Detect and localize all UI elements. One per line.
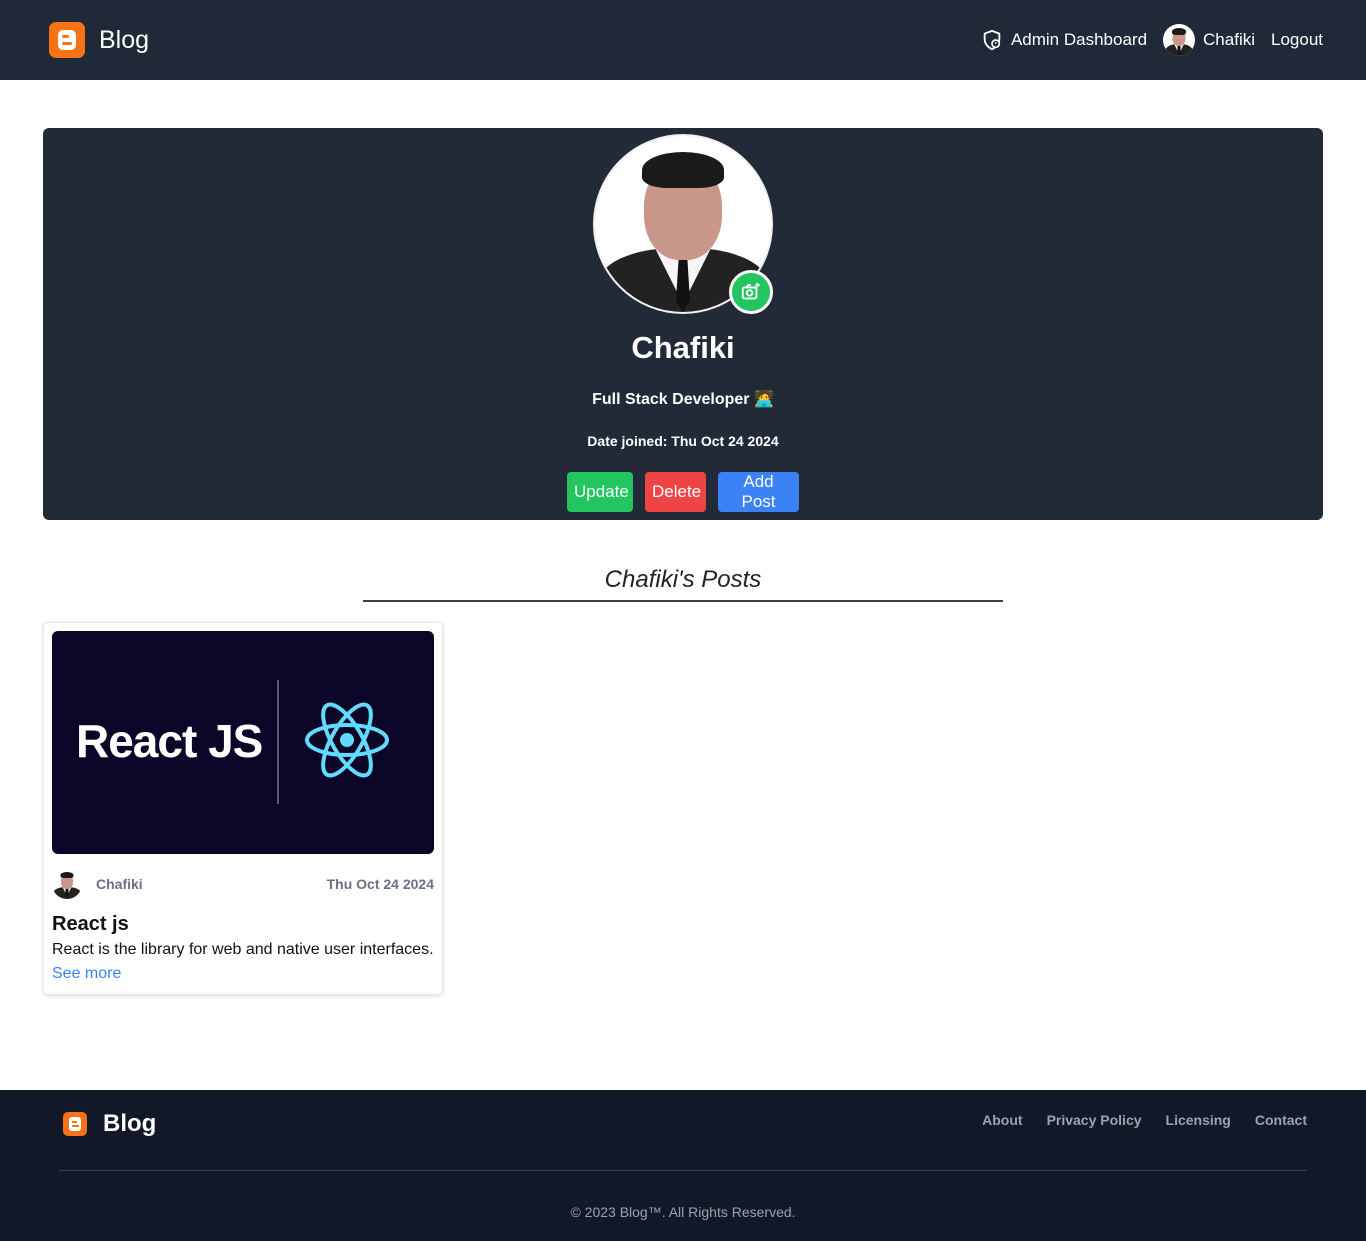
post-author[interactable]: Chafiki — [52, 869, 143, 899]
post-description: React is the library for web and native … — [52, 941, 434, 958]
blogger-logo-icon — [49, 22, 85, 58]
post-date: Thu Oct 24 2024 — [326, 876, 434, 892]
post-image-text: React JS — [76, 715, 263, 767]
profile-actions: Update Delete Add Post — [43, 472, 1323, 512]
shield-user-icon — [983, 29, 1001, 51]
avatar — [1163, 24, 1196, 56]
camera-plus-icon — [741, 282, 760, 300]
footer-divider — [59, 1170, 1307, 1171]
footer-link-licensing[interactable]: Licensing — [1166, 1112, 1231, 1128]
post-image[interactable]: React JS — [52, 631, 434, 854]
footer: Blog About Privacy Policy Licensing Cont… — [0, 1090, 1366, 1241]
admin-dashboard-label: Admin Dashboard — [1010, 30, 1148, 49]
profile-bio: Full Stack Developer 🧑‍💻 — [592, 391, 774, 408]
footer-brand-link[interactable]: Blog — [63, 1110, 156, 1138]
user-name: Chafiki — [1203, 30, 1255, 49]
post-title: React js — [52, 913, 129, 935]
footer-link-about[interactable]: About — [982, 1112, 1022, 1128]
post-meta: Chafiki Thu Oct 24 2024 — [52, 868, 434, 900]
profile-name: Chafiki — [631, 330, 735, 365]
user-profile-link[interactable]: Chafiki — [1163, 24, 1255, 56]
add-post-button[interactable]: Add Post — [718, 472, 799, 512]
footer-link-privacy-policy[interactable]: Privacy Policy — [1047, 1112, 1142, 1128]
brand-name: Blog — [99, 25, 150, 54]
profile-card: Chafiki Full Stack Developer 🧑‍💻 Date jo… — [43, 128, 1323, 520]
blogger-logo-icon — [63, 1112, 87, 1136]
update-button[interactable]: Update — [567, 472, 633, 512]
post-image-divider — [277, 680, 279, 804]
brand-link[interactable]: Blog — [49, 22, 149, 58]
admin-dashboard-link[interactable]: Admin Dashboard — [981, 29, 1147, 51]
date-joined: Date joined: Thu Oct 24 2024 — [587, 433, 779, 449]
footer-brand-name: Blog — [103, 1110, 157, 1137]
navbar: Blog Admin Dashboard Chafiki Logout — [0, 0, 1366, 80]
react-atom-icon — [305, 702, 389, 778]
footer-link-contact[interactable]: Contact — [1255, 1112, 1307, 1128]
footer-links: About Privacy Policy Licensing Contact — [982, 1112, 1307, 1128]
avatar — [52, 869, 82, 899]
see-more-link[interactable]: See more — [52, 965, 121, 983]
post-card: React JS Chafiki Thu Oct 24 2024 React j… — [43, 622, 443, 995]
posts-section-title: Chafiki's Posts — [363, 566, 1003, 602]
footer-copyright: © 2023 Blog™. All Rights Reserved. — [570, 1204, 796, 1220]
post-author-name: Chafiki — [96, 876, 143, 892]
nav-right: Admin Dashboard Chafiki Logout — [981, 24, 1323, 56]
change-photo-button[interactable] — [729, 270, 773, 314]
logout-link[interactable]: Logout — [1271, 30, 1323, 50]
delete-button[interactable]: Delete — [645, 472, 706, 512]
